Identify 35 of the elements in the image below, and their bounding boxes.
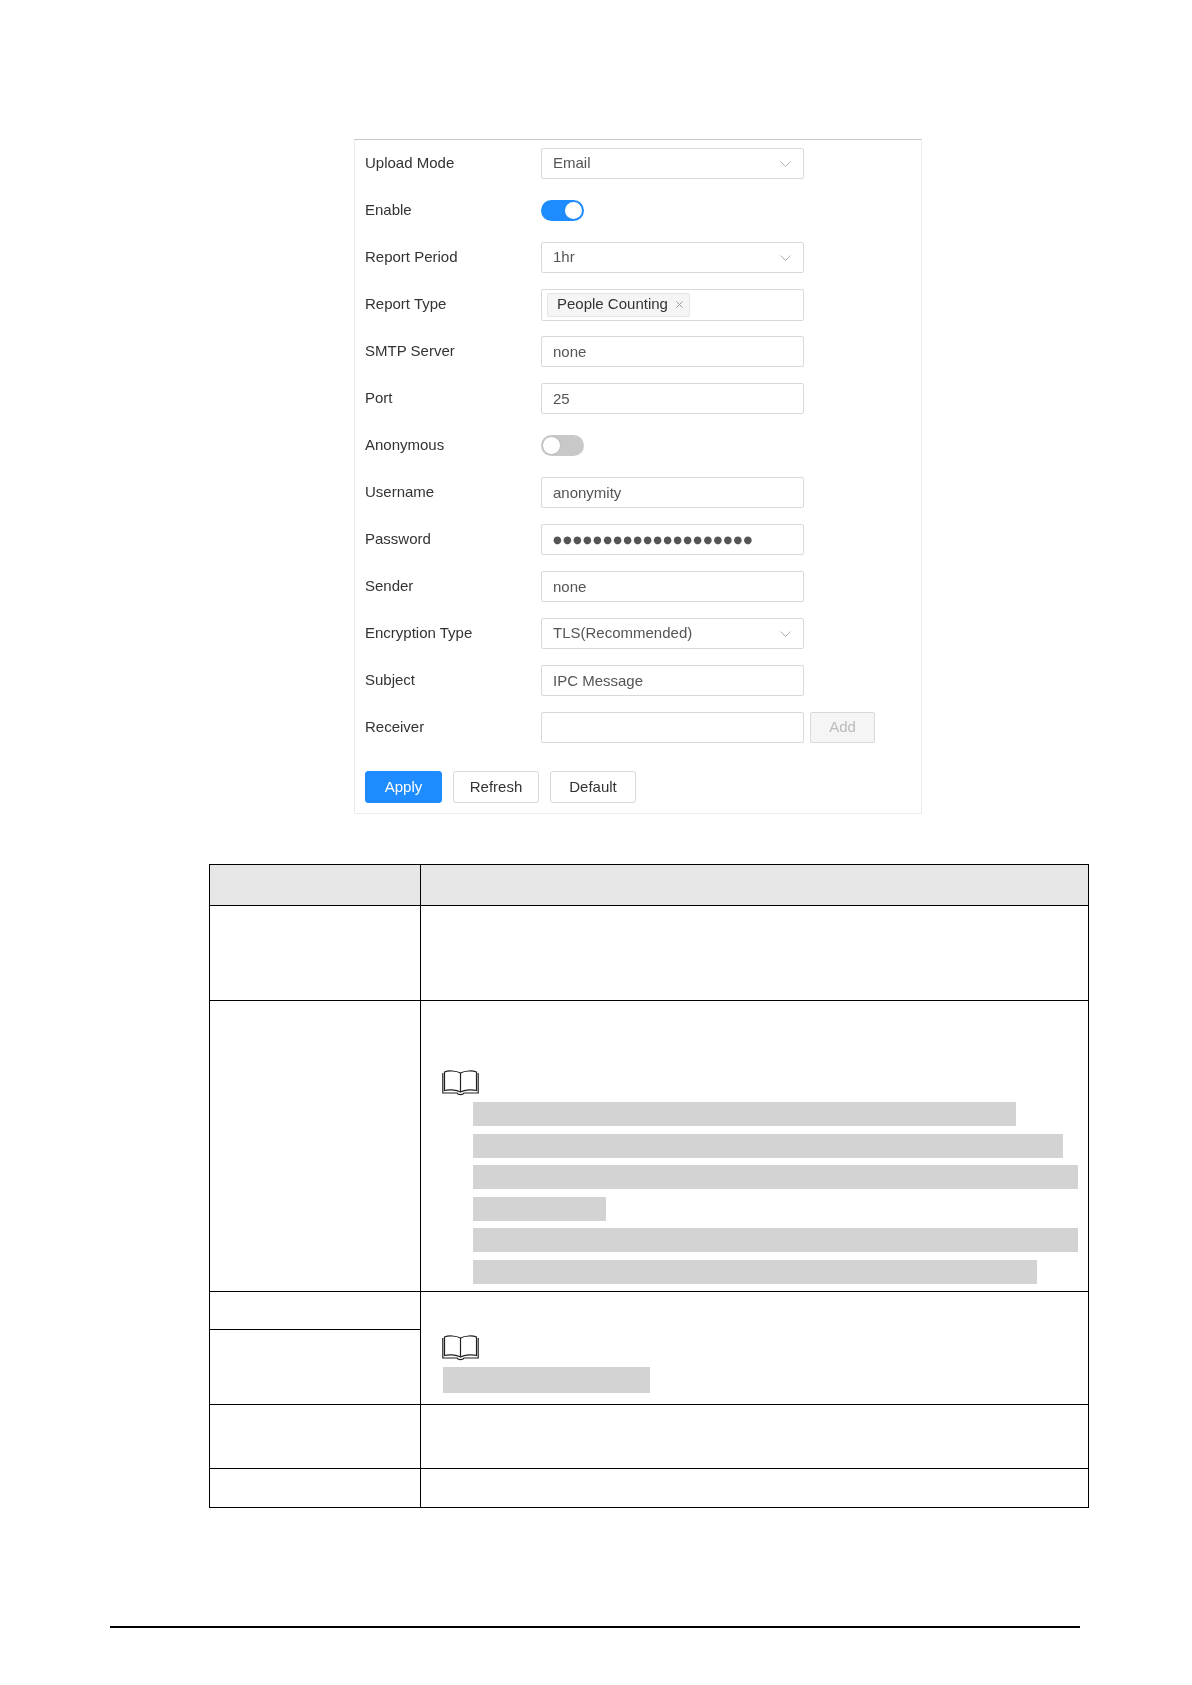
field-label: Sender [365,576,415,597]
field-label: Subject [365,670,417,691]
field-label: Username [365,482,436,503]
dropdown[interactable]: TLS(Recommended) [541,618,804,649]
text-field[interactable]: anonymity [541,477,804,508]
toggle-switch[interactable] [541,435,584,456]
field-label: Report Period [365,247,459,268]
chevron-down-icon [780,630,791,637]
password-field[interactable]: ●●●●●●●●●●●●●●●●●●●● [541,524,804,555]
chevron-down-icon [780,254,791,261]
field-label: Port [365,388,394,409]
close-icon [675,301,683,308]
dropdown[interactable]: 1hr [541,242,804,273]
text-field[interactable]: IPC Message [541,665,804,696]
field-label: Enable [365,200,413,221]
field-label: Anonymous [365,435,446,456]
toggle-switch[interactable] [541,200,584,221]
tag-chip[interactable]: People Counting [547,292,690,317]
book-icon [442,1069,479,1096]
field-label: Receiver [365,717,426,738]
text-field[interactable]: none [541,571,804,602]
secondary-button[interactable]: Default [550,771,636,803]
field-label: Report Type [365,294,448,315]
field-label: Upload Mode [365,153,456,174]
tag-input-field[interactable]: People Counting [541,288,804,321]
book-icon [442,1334,479,1361]
field-label: SMTP Server [365,341,456,362]
dropdown[interactable]: Email [541,148,804,179]
field-label: Password [365,529,432,550]
text-field[interactable]: 25 [541,383,804,414]
text-field[interactable] [541,712,804,743]
text-field[interactable]: none [541,336,804,367]
secondary-button[interactable]: Refresh [453,771,539,803]
field-label: Encryption Type [365,623,474,644]
chevron-down-icon [780,160,791,167]
